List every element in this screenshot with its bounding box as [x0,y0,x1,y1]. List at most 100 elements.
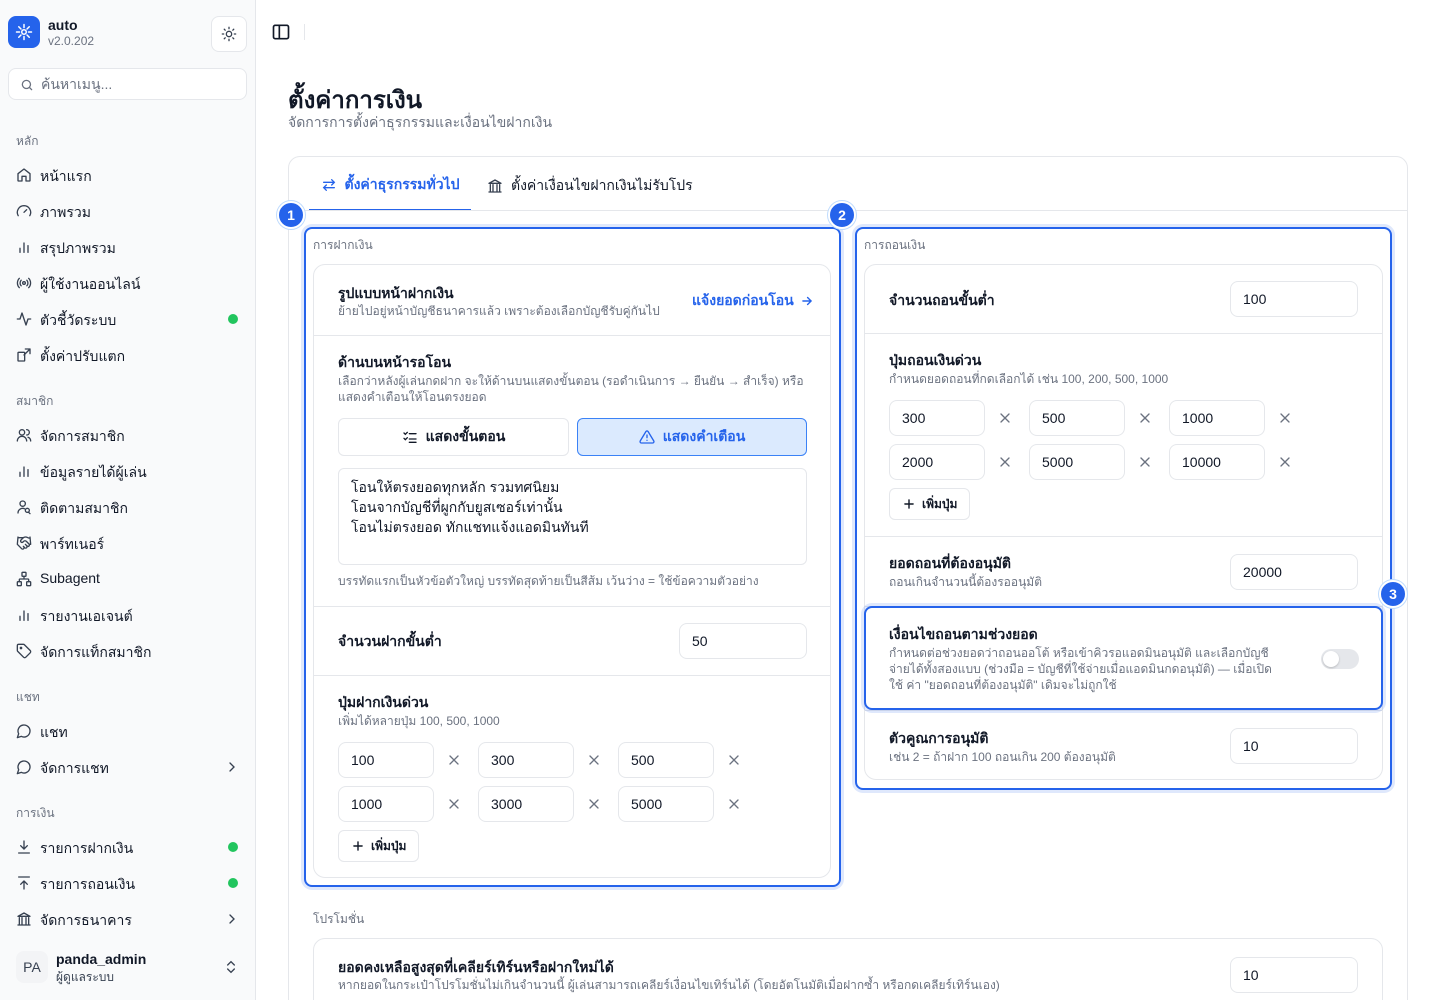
tab-general-transactions[interactable]: ตั้งค่าธุรกรรมทั่วไป [309,160,471,211]
bar-chart-icon [16,463,32,479]
annotation-badge: 2 [828,201,856,229]
remove-icon[interactable] [586,796,602,812]
sidebar-item-label: จัดการธนาคาร [40,912,132,928]
quick-withdraw-amount[interactable]: 10000 [1169,444,1265,480]
sidebar-item-partners[interactable]: พาร์ทเนอร์ [8,527,248,559]
max-balance-input[interactable]: 10 [1230,957,1358,993]
range-condition-toggle[interactable] [1321,649,1359,669]
download-icon [16,839,32,855]
sidebar-item-label: รายการฝากเงิน [40,840,134,856]
approve-threshold-input[interactable]: 20000 [1230,554,1358,590]
range-condition-desc: กำหนดต่อช่วงยอดว่าถอนออโต้ หรือเข้าคิวรอ… [889,646,1272,692]
sidebar-item-label: ข้อมูลรายได้ผู้เล่น [40,464,147,480]
remove-icon[interactable] [1137,410,1153,426]
sidebar-item-summary[interactable]: สรุปภาพรวม [8,231,248,263]
status-dot [228,314,238,324]
min-withdraw-input[interactable]: 100 [1230,281,1358,317]
sidebar-item-banks[interactable]: จัดการธนาคาร [8,903,248,935]
sidebar-item-overview[interactable]: ภาพรวม [8,195,248,227]
show-steps-button[interactable]: แสดงขั้นตอน [338,418,569,456]
sidebar-toggle-button[interactable] [271,22,293,42]
range-condition-label: เงื่อนไขถอนตามช่วงยอด [889,626,1038,642]
handshake-icon [16,535,32,551]
sidebar-item-home[interactable]: หน้าแรก [8,159,248,191]
multiplier-input[interactable]: 10 [1230,728,1358,764]
warning-line: โอนไม่ตรงยอด ทักแชทแจ้งแอดมินทันที [351,519,589,535]
sidebar-item-subagent[interactable]: Subagent [8,563,248,595]
bank-icon [16,911,32,927]
sidebar-item-label: รายงานเอเจนต์ [40,608,133,624]
remove-icon[interactable] [446,752,462,768]
sidebar-item-label: หน้าแรก [40,168,92,184]
show-warning-button[interactable]: แสดงคำเตือน [577,418,807,456]
quick-deposit-amount[interactable]: 1000 [338,786,434,822]
sidebar-item-settings-adjust[interactable]: ตั้งค่าปรับแตก [8,339,248,371]
quick-withdraw-amount[interactable]: 2000 [889,444,985,480]
bar-chart-icon [16,607,32,623]
quick-deposit-amount[interactable]: 3000 [478,786,574,822]
sidebar-item-online-users[interactable]: ผู้ใช้งานออนไลน์ [8,267,248,299]
sidebar-item-member-tags[interactable]: จัดการแท็กสมาชิก [8,635,248,667]
remove-icon[interactable] [726,752,742,768]
multiplier-label: ตัวคูณการอนุมัติ [889,730,989,746]
sidebar-item-manage-chat[interactable]: จัดการแชท [8,751,248,783]
remove-icon[interactable] [446,796,462,812]
multiplier-desc: เช่น 2 = ถ้าฝาก 100 ถอนเกิน 200 ต้องอนุม… [889,750,1116,764]
quick-withdraw-amount[interactable]: 300 [889,400,985,436]
status-dot [228,842,238,852]
remove-icon[interactable] [997,454,1013,470]
message-icon [16,759,32,775]
row-divider [865,710,1382,711]
menu-search-input[interactable] [41,69,241,99]
sidebar-item-manage-members[interactable]: จัดการสมาชิก [8,419,248,451]
quick-deposit-amount[interactable]: 5000 [618,786,714,822]
remove-icon[interactable] [997,410,1013,426]
sidebar-item-label: จัดการสมาชิก [40,428,125,444]
pre-transfer-link[interactable]: แจ้งยอดก่อนโอน [692,290,814,312]
sidebar-item-player-income[interactable]: ข้อมูลรายได้ผู้เล่น [8,455,248,487]
tab-no-promo-deposit[interactable]: ตั้งค่าเงื่อนไขฝากเงินไม่รับโปร [487,160,693,211]
annotation-badge: 1 [277,201,305,229]
menu-search[interactable] [8,68,247,100]
sidebar-item-deposits[interactable]: รายการฝากเงิน [8,831,248,863]
min-deposit-input[interactable]: 50 [679,623,807,659]
remove-icon[interactable] [726,796,742,812]
sidebar-item-system-metrics[interactable]: ตัวชี้วัดระบบ [8,303,248,335]
user-menu[interactable]: PA panda_admin ผู้ดูแลระบบ [8,944,248,992]
sidebar-item-withdrawals[interactable]: รายการถอนเงิน [8,867,248,899]
withdraw-card [864,264,1383,780]
remove-icon[interactable] [1137,454,1153,470]
quick-deposit-amount[interactable]: 300 [478,742,574,778]
remove-icon[interactable] [1277,410,1293,426]
arrow-right-icon [801,296,812,306]
sidebar-item-label: จัดการแท็กสมาชิก [40,644,152,660]
sidebar-item-track-members[interactable]: ติดตามสมาชิก [8,491,248,523]
quick-withdraw-amount[interactable]: 1000 [1169,400,1265,436]
message-icon [16,723,32,739]
max-balance-label: ยอดคงเหลือสูงสุดที่เคลียร์เทิร์นหรือฝากใ… [338,959,614,975]
warning-text-area[interactable]: โอนให้ตรงยอดทุกหลัก รวมทศนิยม โอนจากบัญช… [338,468,807,565]
quick-withdraw-amount[interactable]: 5000 [1029,444,1125,480]
upload-icon [16,875,32,891]
quick-deposit-amount[interactable]: 100 [338,742,434,778]
show-warning-label: แสดงคำเตือน [662,428,746,444]
remove-icon[interactable] [586,752,602,768]
quick-withdraw-amount[interactable]: 500 [1029,400,1125,436]
avatar: PA [16,951,48,983]
sidebar-item-agent-report[interactable]: รายงานเอเจนต์ [8,599,248,631]
section-label-main: หลัก [16,134,39,148]
plus-icon [904,499,914,509]
warning-line: โอนจากบัญชีที่ผูกกับยูสเซอร์เท่านั้น [351,499,563,515]
add-withdraw-button[interactable]: เพิ่มปุ่ม [889,488,971,520]
theme-toggle-button[interactable] [211,16,247,52]
quick-deposit-amount[interactable]: 500 [618,742,714,778]
remove-icon[interactable] [1277,454,1293,470]
sidebar-item-chat[interactable]: แชท [8,715,248,747]
sidebar-item-label: ตั้งค่าปรับแตก [40,348,126,364]
sidebar: auto v2.0.202 หลัก หน้าแรก ภาพรวม สรุปภา… [0,0,256,1000]
section-label-chat: แชท [16,690,40,704]
row-divider [865,606,1382,607]
sidebar-item-label: ตัวชี้วัดระบบ [40,312,117,328]
add-deposit-button[interactable]: เพิ่มปุ่ม [338,830,420,862]
deposit-group-title: การฝากเงิน [313,238,373,252]
